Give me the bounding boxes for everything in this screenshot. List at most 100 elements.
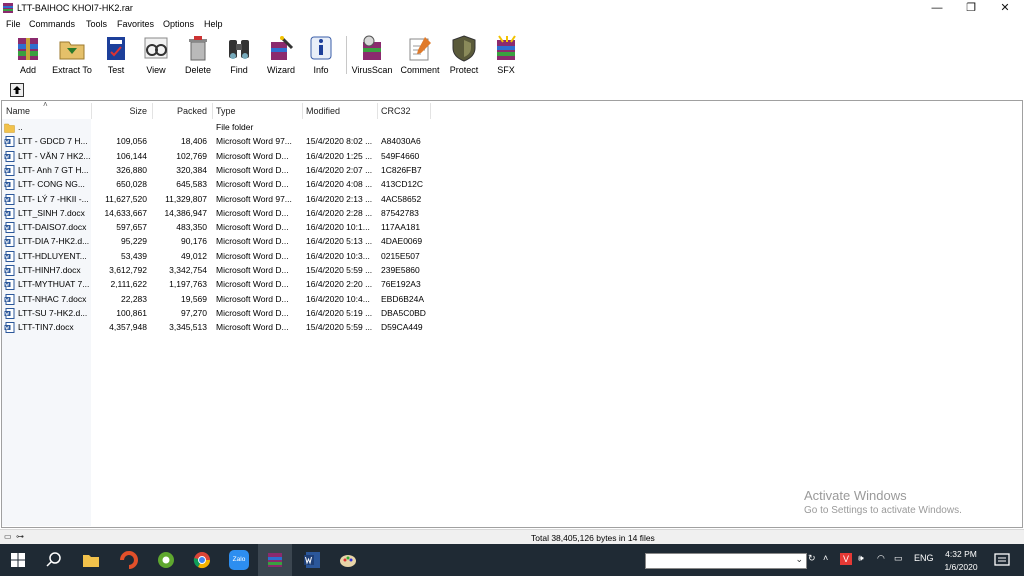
- word-document-icon: [4, 179, 15, 191]
- file-explorer-icon[interactable]: [81, 550, 101, 570]
- header-divider[interactable]: [91, 103, 92, 119]
- header-divider[interactable]: [152, 103, 153, 119]
- cell-name: LTT-SU 7-HK2.d...: [18, 307, 88, 318]
- menu-commands[interactable]: Commands: [29, 19, 75, 29]
- cell-packed: 3,345,513: [169, 322, 207, 333]
- header-divider[interactable]: [302, 103, 303, 119]
- cell-type: Microsoft Word D...: [216, 150, 289, 161]
- cell-crc: 239E5860: [381, 265, 420, 275]
- chevron-down-icon[interactable]: ⌄: [795, 554, 803, 565]
- table-row[interactable]: LTT-DAISO7.docx 597,657 483,350 Microsoft W…: [2, 221, 432, 235]
- word-document-icon: [4, 207, 15, 219]
- cell-modified: 16/4/2020 10:1...: [306, 222, 370, 233]
- windows-start-icon[interactable]: [8, 550, 28, 570]
- maximize-button[interactable]: ❐: [954, 0, 988, 17]
- header-type[interactable]: Type: [216, 106, 236, 116]
- cell-packed: 49,012: [181, 250, 207, 261]
- table-row[interactable]: LTT - VĂN 7 HK2... 106,144 102,769 Microsof…: [2, 150, 432, 164]
- title-bar[interactable]: LTT-BAIHOC KHOI7-HK2.rar — ❐ ✕: [0, 0, 1024, 17]
- chrome-icon[interactable]: [192, 550, 212, 570]
- cell-type: Microsoft Word D...: [216, 250, 289, 261]
- header-name[interactable]: Name: [6, 106, 30, 116]
- wizard-button[interactable]: Wizard: [259, 34, 303, 75]
- table-row[interactable]: LTT_SINH 7.docx 14,633,667 14,386,947 Micro…: [2, 207, 432, 221]
- taskbar-search-box[interactable]: ⌄: [645, 553, 807, 569]
- cell-modified: 16/4/2020 5:19 ...: [306, 307, 373, 318]
- menu-file[interactable]: File: [6, 19, 21, 29]
- system-clock[interactable]: 4:32 PM 1/6/2020: [937, 548, 985, 574]
- find-button[interactable]: Find: [217, 34, 261, 75]
- paint-icon[interactable]: [338, 550, 358, 570]
- table-row[interactable]: LTT-SU 7-HK2.d... 100,861 97,270 Microsoft …: [2, 307, 432, 321]
- delete-button[interactable]: Delete: [176, 34, 220, 75]
- ccleaner-icon[interactable]: [119, 550, 139, 570]
- table-row[interactable]: LTT- CONG NG... 650,028 645,583 Microsoft W…: [2, 178, 432, 192]
- cell-size: 100,861: [116, 307, 147, 318]
- zalo-icon[interactable]: Zalo: [229, 550, 249, 570]
- word-document-icon: [4, 222, 15, 234]
- comment-button[interactable]: Comment: [398, 34, 442, 75]
- header-modified[interactable]: Modified: [306, 106, 340, 116]
- key-icon[interactable]: ⊶: [16, 532, 24, 541]
- table-row[interactable]: LTT- LÝ 7 -HKII -... 11,627,520 11,329,807…: [2, 193, 432, 207]
- protect-button[interactable]: Protect: [442, 34, 486, 75]
- notifications-icon[interactable]: [992, 550, 1012, 570]
- protect-label: Protect: [449, 65, 479, 75]
- cell-size: 11,627,520: [105, 193, 147, 204]
- antivirus-tray-icon[interactable]: V: [840, 553, 852, 565]
- header-packed[interactable]: Packed: [154, 106, 207, 116]
- view-label: View: [146, 65, 166, 75]
- sfx-button[interactable]: SFX: [484, 34, 528, 75]
- minimize-button[interactable]: —: [920, 0, 954, 17]
- header-divider[interactable]: [212, 103, 213, 119]
- cell-modified: 15/4/2020 5:59 ...: [306, 322, 373, 333]
- cell-packed: 102,769: [176, 150, 207, 161]
- cell-crc: A84030A6: [381, 136, 421, 147]
- cell-packed: 11,329,807: [165, 193, 207, 204]
- header-size[interactable]: Size: [94, 106, 147, 116]
- header-divider[interactable]: [377, 103, 378, 119]
- menu-help[interactable]: Help: [204, 19, 223, 29]
- table-row[interactable]: LTT-HDLUYENT... 53,439 49,012 Microsoft Wor…: [2, 250, 432, 264]
- table-row[interactable]: LTT-NHAC 7.docx 22,283 19,569 Microsoft Wor…: [2, 293, 432, 307]
- winrar-icon[interactable]: [265, 550, 285, 570]
- cell-crc: 4DAE0069: [381, 236, 423, 247]
- table-row[interactable]: LTT-TIN7.docx 4,357,948 3,345,513 Microsoft…: [2, 321, 432, 335]
- volume-icon[interactable]: 🕪: [858, 553, 864, 564]
- menu-tools[interactable]: Tools: [86, 19, 107, 29]
- cell-crc: 549F4660: [381, 150, 420, 161]
- info-button[interactable]: Info: [299, 34, 343, 75]
- table-row[interactable]: LTT - GDCD 7 H... 109,056 18,406 Microsoft …: [2, 135, 432, 149]
- show-hidden-icons-chevron-icon[interactable]: ˄: [823, 553, 828, 563]
- table-row[interactable]: LTT-HINH7.docx 3,612,792 3,342,754 Microsof…: [2, 264, 432, 278]
- view-button[interactable]: View: [134, 34, 178, 75]
- drive-icon[interactable]: ▭: [4, 532, 12, 541]
- language-indicator[interactable]: ENG: [914, 553, 934, 563]
- extract-to-button[interactable]: Extract To: [50, 34, 94, 75]
- test-button[interactable]: Test: [94, 34, 138, 75]
- table-row[interactable]: .. File folder: [2, 121, 432, 135]
- menu-favorites[interactable]: Favorites: [117, 19, 154, 29]
- cell-name: LTT- CONG NG...: [18, 179, 85, 190]
- table-row[interactable]: LTT-MYTHUAT 7... 2,111,622 1,197,763 Micros…: [2, 278, 432, 292]
- refresh-icon[interactable]: ↻: [808, 553, 816, 564]
- add-button[interactable]: Add: [6, 34, 50, 75]
- virusscan-button[interactable]: VirusScan: [350, 34, 394, 75]
- battery-icon[interactable]: ▭: [894, 553, 903, 564]
- cell-size: 326,880: [116, 164, 147, 175]
- header-divider[interactable]: [430, 103, 431, 119]
- wifi-icon[interactable]: ◠: [877, 553, 885, 564]
- table-row[interactable]: LTT- Anh 7 GT H... 326,880 320,384 Microsof…: [2, 164, 432, 178]
- word-icon[interactable]: [302, 550, 322, 570]
- word-document-icon: [4, 136, 15, 148]
- status-total: Total 38,405,126 bytes in 14 files: [531, 533, 655, 543]
- cell-size: 2,111,622: [110, 279, 147, 290]
- table-row[interactable]: LTT-DIA 7-HK2.d... 95,229 90,176 Microsoft …: [2, 235, 432, 249]
- search-icon[interactable]: [44, 550, 64, 570]
- coccoc-browser-icon[interactable]: [156, 550, 176, 570]
- up-folder-button[interactable]: [10, 83, 24, 97]
- header-crc32[interactable]: CRC32: [381, 106, 411, 116]
- menu-options[interactable]: Options: [163, 19, 194, 29]
- cell-type: Microsoft Word D...: [216, 322, 289, 333]
- close-button[interactable]: ✕: [988, 0, 1022, 17]
